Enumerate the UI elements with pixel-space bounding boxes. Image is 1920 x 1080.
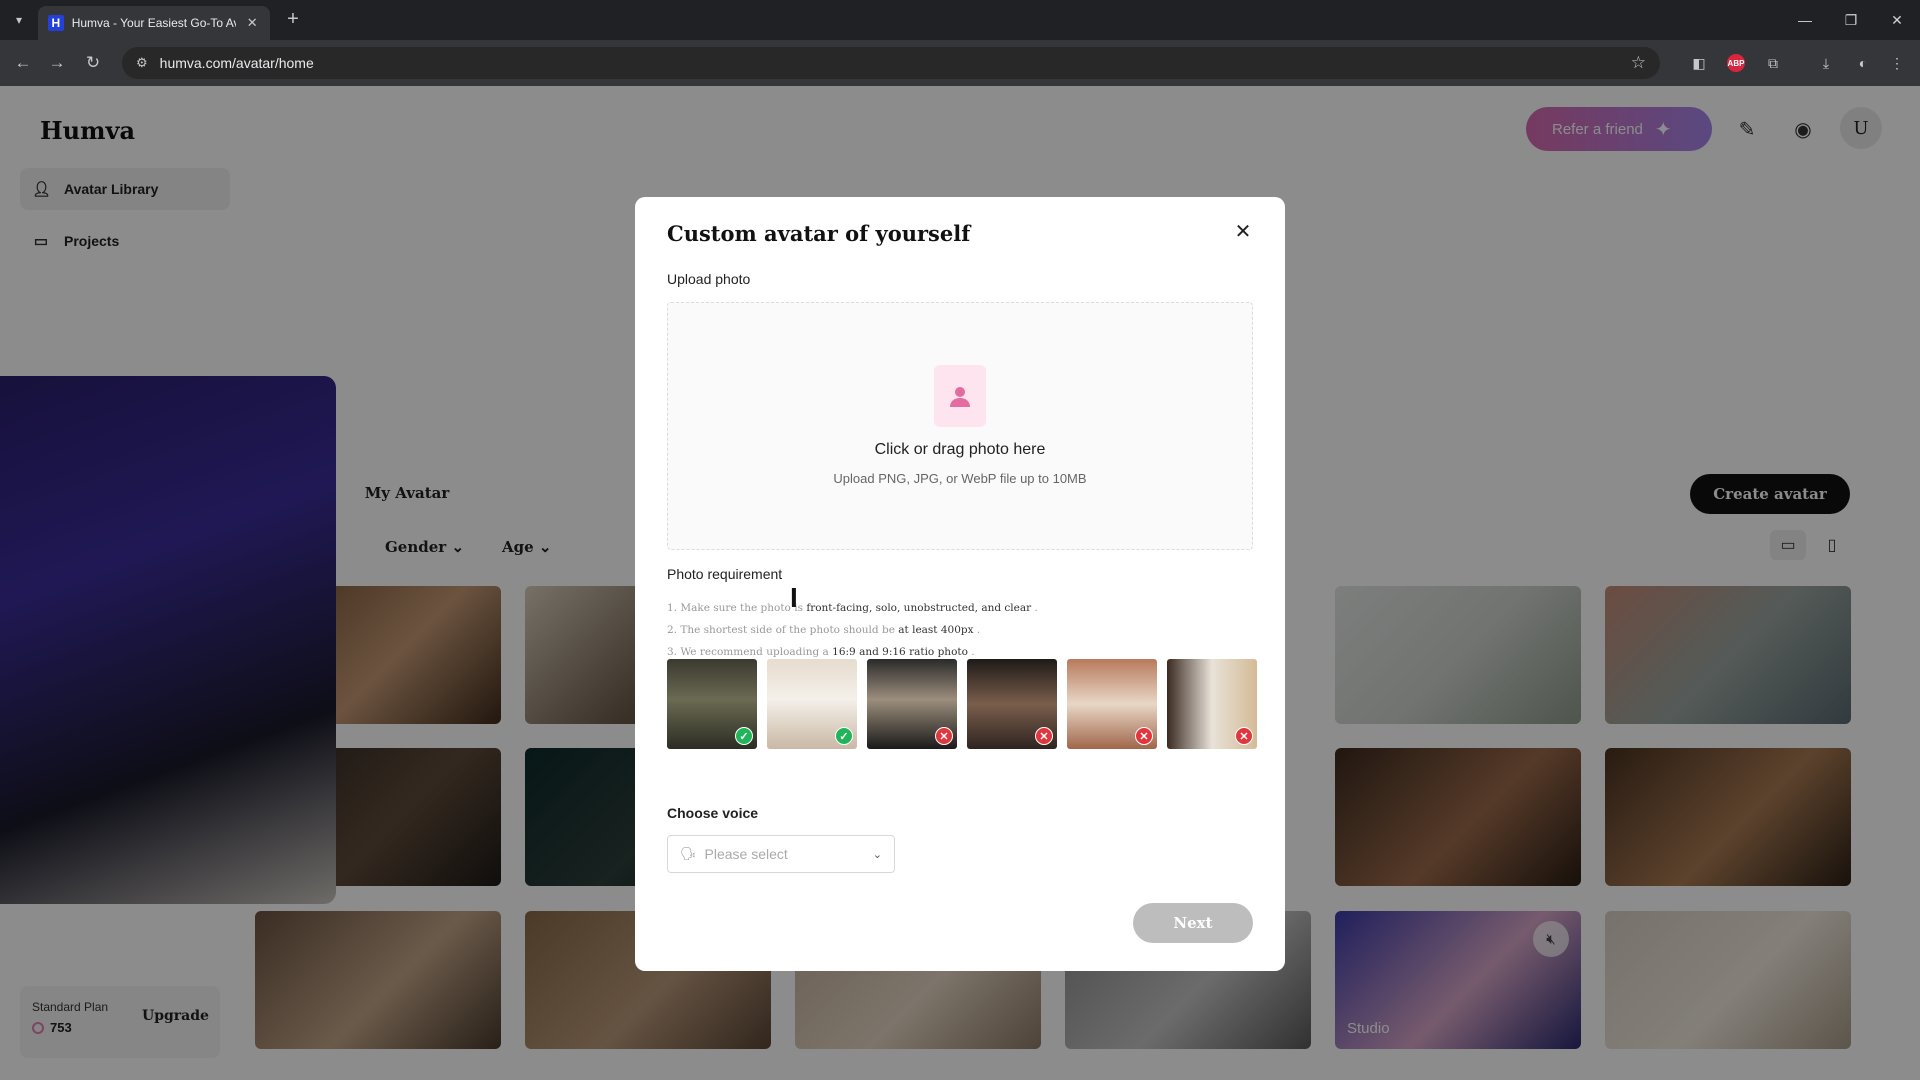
- minimize-icon[interactable]: —: [1782, 0, 1828, 40]
- voice-placeholder: Please select: [704, 846, 788, 862]
- check-icon: ✓: [735, 727, 753, 745]
- text-cursor-icon: I: [790, 582, 798, 613]
- window-controls: — ❐ ✕: [1782, 0, 1920, 40]
- url-text: humva.com/avatar/home: [159, 55, 314, 71]
- photo-dropzone[interactable]: Click or drag photo here Upload PNG, JPG…: [667, 302, 1253, 550]
- upload-title: Click or drag photo here: [874, 441, 1046, 458]
- requirement-item: 1. Make sure the photo is front-facing, …: [667, 602, 1038, 614]
- photo-requirement-label: Photo requirement: [667, 566, 783, 582]
- check-icon: ✓: [835, 727, 853, 745]
- choose-voice-label: Choose voice: [667, 805, 759, 821]
- extension-icon[interactable]: ◧: [1688, 52, 1710, 74]
- upload-hint: Upload PNG, JPG, or WebP file up to 10MB: [833, 471, 1087, 486]
- adblock-icon[interactable]: ABP: [1727, 54, 1745, 72]
- reload-icon[interactable]: ↻: [80, 50, 106, 76]
- voice-select[interactable]: 🗣︎ Please select ⌄: [667, 835, 895, 873]
- forward-icon[interactable]: →: [44, 50, 70, 76]
- upload-photo-label: Upload photo: [667, 271, 751, 287]
- tab-title: Humva - Your Easiest Go-To Av: [71, 16, 237, 30]
- person-file-icon: [934, 365, 986, 427]
- chevron-down-icon: ⌄: [872, 848, 882, 861]
- voice-icon: 🗣︎: [680, 846, 697, 861]
- page: Humva 👤︎ Avatar Library ▭ Projects Refer…: [0, 86, 1920, 1080]
- browser-toolbar: ← → ↻ ⚙ humva.com/avatar/home ☆ ◧ ABP ⧉ …: [0, 40, 1920, 86]
- x-icon: ✕: [1035, 727, 1053, 745]
- example-photo-bad: ✕: [1167, 659, 1257, 749]
- tab-search-icon[interactable]: ▾: [8, 9, 30, 31]
- example-photo-bad: ✕: [867, 659, 957, 749]
- example-photo-good: ✓: [767, 659, 857, 749]
- restore-icon[interactable]: ❐: [1828, 0, 1874, 40]
- new-tab-icon[interactable]: +: [282, 8, 304, 30]
- custom-avatar-modal: Custom avatar of yourself ✕ Upload photo…: [635, 197, 1285, 971]
- bookmark-star-icon[interactable]: ☆: [1631, 53, 1646, 73]
- puzzle-extensions-icon[interactable]: ⧉: [1762, 52, 1784, 74]
- requirement-list: 1. Make sure the photo is front-facing, …: [667, 597, 1038, 663]
- download-icon[interactable]: ⤓: [1815, 52, 1837, 74]
- site-info-icon[interactable]: ⚙: [136, 55, 148, 71]
- browser-menu-icon[interactable]: ⋮: [1886, 52, 1908, 74]
- close-icon[interactable]: ✕: [1231, 219, 1255, 243]
- x-icon: ✕: [1235, 727, 1253, 745]
- example-photo-bad: ✕: [1067, 659, 1157, 749]
- example-photo-bad: ✕: [967, 659, 1057, 749]
- browser-tab-strip: ▾ H Humva - Your Easiest Go-To Av ✕ + — …: [0, 0, 1920, 40]
- humva-favicon-icon: H: [48, 15, 64, 31]
- example-photo-good: ✓: [667, 659, 757, 749]
- back-icon[interactable]: ←: [10, 50, 36, 76]
- browser-tab[interactable]: H Humva - Your Easiest Go-To Av ✕: [38, 6, 270, 40]
- address-bar[interactable]: ⚙ humva.com/avatar/home ☆: [122, 47, 1660, 79]
- modal-title: Custom avatar of yourself: [667, 221, 971, 246]
- requirement-item: 2. The shortest side of the photo should…: [667, 624, 981, 636]
- example-photos: ✓ ✓ ✕ ✕ ✕ ✕: [667, 659, 1257, 749]
- x-icon: ✕: [935, 727, 953, 745]
- tab-close-icon[interactable]: ✕: [244, 15, 260, 31]
- x-icon: ✕: [1135, 727, 1153, 745]
- next-button[interactable]: Next: [1133, 903, 1253, 943]
- close-window-icon[interactable]: ✕: [1874, 0, 1920, 40]
- profile-icon[interactable]: ◐: [1852, 52, 1874, 74]
